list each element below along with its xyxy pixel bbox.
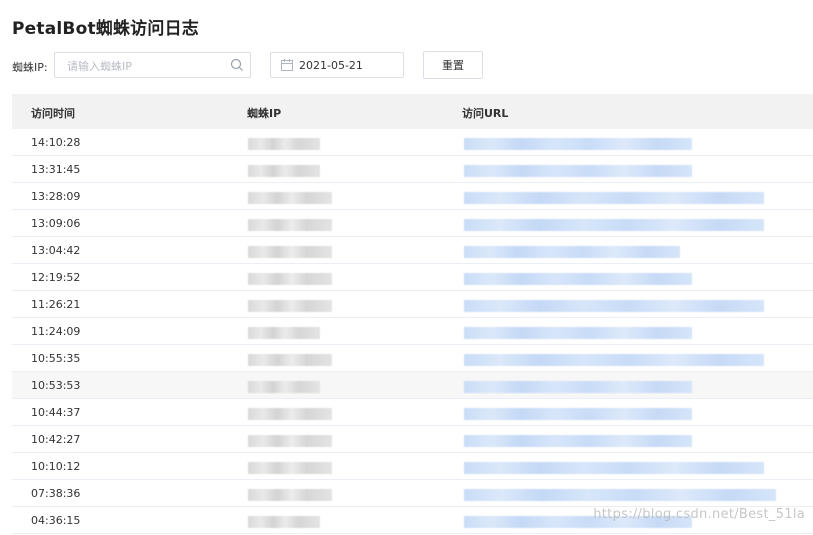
cell-visit-time: 10:42:27 <box>31 433 81 446</box>
page-title: PetalBot蜘蛛访问日志 <box>12 19 199 39</box>
cell-spider-ip-masked <box>248 273 332 285</box>
column-header-time: 访问时间 <box>31 107 75 120</box>
cell-visit-time: 12:19:52 <box>31 271 81 284</box>
cell-spider-ip-masked <box>248 516 320 528</box>
table-row[interactable]: 10:53:53 <box>12 372 813 399</box>
reset-button[interactable]: 重置 <box>423 51 483 79</box>
cell-visit-url-masked[interactable] <box>464 327 692 339</box>
cell-visit-url-masked[interactable] <box>464 408 692 420</box>
table-row[interactable]: 13:09:06 <box>12 210 813 237</box>
cell-visit-url-masked[interactable] <box>464 246 680 258</box>
cell-visit-time: 07:38:36 <box>31 487 81 500</box>
cell-visit-url-masked[interactable] <box>464 354 764 366</box>
table-header: 访问时间 蜘蛛IP 访问URL <box>12 94 813 129</box>
calendar-icon <box>281 59 293 71</box>
cell-spider-ip-masked <box>248 138 320 150</box>
table-row[interactable]: 11:26:21 <box>12 291 813 318</box>
cell-visit-time: 13:31:45 <box>31 163 81 176</box>
column-header-url: 访问URL <box>462 107 509 120</box>
cell-visit-url-masked[interactable] <box>464 138 692 150</box>
table-row[interactable]: 12:19:52 <box>12 264 813 291</box>
table-row[interactable]: 10:10:12 <box>12 453 813 480</box>
cell-visit-url-masked[interactable] <box>464 219 764 231</box>
cell-spider-ip-masked <box>248 300 332 312</box>
table-body: 14:10:28 13:31:45 13:28:09 13:09:06 13:04:42… <box>12 129 813 534</box>
table-row[interactable]: 13:04:42 <box>12 237 813 264</box>
cell-spider-ip-masked <box>248 192 332 204</box>
column-header-ip: 蜘蛛IP <box>247 107 282 120</box>
cell-spider-ip-masked <box>248 381 320 393</box>
cell-spider-ip-masked <box>248 435 332 447</box>
cell-visit-time: 10:10:12 <box>31 460 81 473</box>
watermark: https://blog.csdn.net/Best_51la <box>593 507 805 522</box>
table-row[interactable]: 10:44:37 <box>12 399 813 426</box>
table-row[interactable]: 14:10:28 <box>12 129 813 156</box>
ip-search-box[interactable] <box>54 52 251 78</box>
ip-search-input[interactable] <box>65 54 229 78</box>
cell-visit-time: 10:44:37 <box>31 406 81 419</box>
cell-visit-url-masked[interactable] <box>464 300 764 312</box>
cell-visit-time: 10:55:35 <box>31 352 81 365</box>
cell-visit-time: 13:09:06 <box>31 217 81 230</box>
cell-visit-url-masked[interactable] <box>464 381 692 393</box>
cell-visit-url-masked[interactable] <box>464 435 692 447</box>
cell-spider-ip-masked <box>248 246 332 258</box>
cell-spider-ip-masked <box>248 219 332 231</box>
cell-spider-ip-masked <box>248 462 332 474</box>
table-row[interactable]: 13:28:09 <box>12 183 813 210</box>
cell-visit-url-masked[interactable] <box>464 489 776 501</box>
table-row[interactable]: 11:24:09 <box>12 318 813 345</box>
cell-spider-ip-masked <box>248 327 320 339</box>
cell-visit-url-masked[interactable] <box>464 462 764 474</box>
cell-visit-time: 11:24:09 <box>31 325 81 338</box>
cell-visit-url-masked[interactable] <box>464 273 692 285</box>
cell-spider-ip-masked <box>248 489 332 501</box>
date-value: 2021-05-21 <box>299 59 363 72</box>
cell-visit-time: 11:26:21 <box>31 298 81 311</box>
cell-visit-time: 10:53:53 <box>31 379 81 392</box>
date-picker[interactable]: 2021-05-21 <box>270 52 404 78</box>
table-row[interactable]: 10:42:27 <box>12 426 813 453</box>
cell-spider-ip-masked <box>248 165 320 177</box>
search-icon[interactable] <box>230 58 244 72</box>
log-table: 访问时间 蜘蛛IP 访问URL 14:10:28 13:31:45 13:28:09… <box>12 94 813 534</box>
table-row[interactable]: 13:31:45 <box>12 156 813 183</box>
ip-filter-label: 蜘蛛IP: <box>12 61 48 74</box>
cell-visit-time: 13:28:09 <box>31 190 81 203</box>
cell-spider-ip-masked <box>248 408 332 420</box>
cell-visit-time: 04:36:15 <box>31 514 81 527</box>
cell-visit-url-masked[interactable] <box>464 165 692 177</box>
cell-spider-ip-masked <box>248 354 332 366</box>
cell-visit-time: 14:10:28 <box>31 136 81 149</box>
cell-visit-url-masked[interactable] <box>464 192 764 204</box>
table-row[interactable]: 10:55:35 <box>12 345 813 372</box>
cell-visit-time: 13:04:42 <box>31 244 81 257</box>
table-row[interactable]: 07:38:36 <box>12 480 813 507</box>
